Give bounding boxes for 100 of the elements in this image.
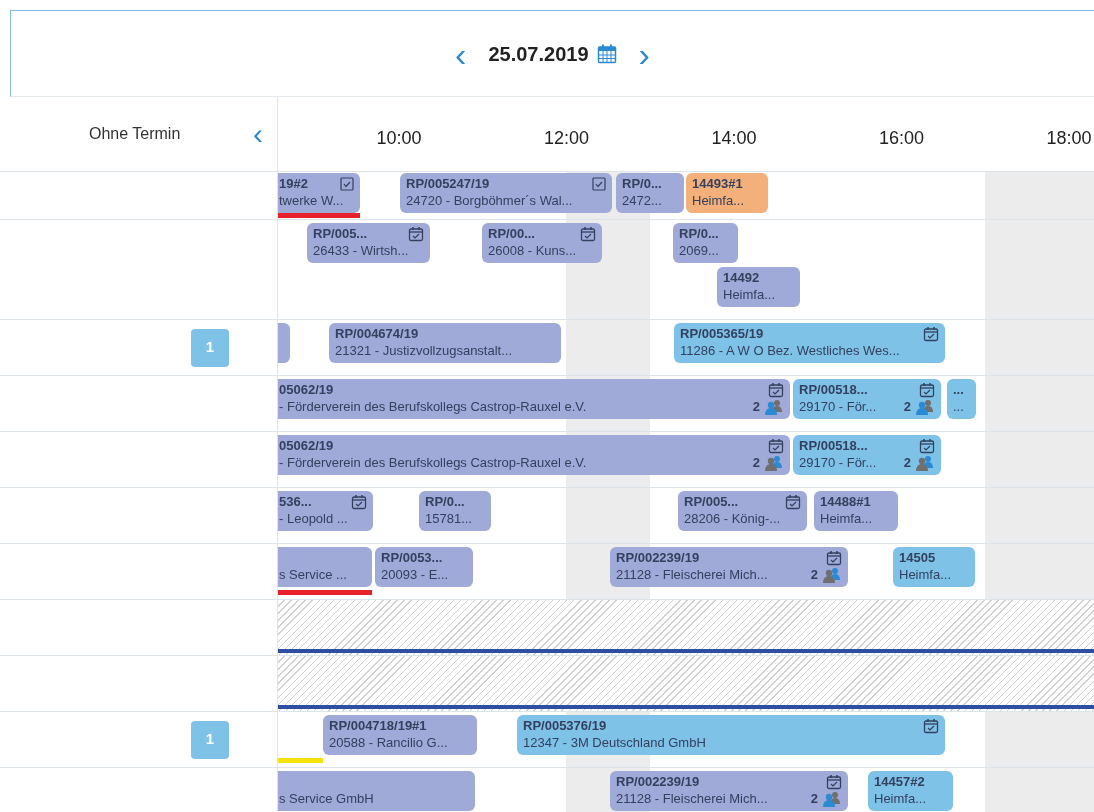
event-card[interactable]: RP/00518... 29170 - För... 2: [793, 379, 941, 419]
event-card[interactable]: 14488#1 Heimfa...: [814, 491, 898, 531]
checkbox-icon: [340, 176, 354, 191]
calendar-check-icon: [351, 493, 367, 510]
event-card[interactable]: RP/0... 2472...: [616, 173, 684, 213]
event-number: RP/00...: [488, 225, 535, 242]
event-card[interactable]: RP/005365/19 11286 - A W O Bez. Westliches Wes...: [674, 323, 945, 363]
event-customer: Heimfa...: [692, 192, 744, 209]
event-card[interactable]: [278, 323, 290, 363]
calendar-check-icon: [768, 437, 784, 454]
event-card[interactable]: RP/00... 26008 - Kuns...: [482, 223, 602, 263]
event-card[interactable]: RP/0... 15781...: [419, 491, 491, 531]
event-number: 536...: [279, 493, 312, 510]
event-number: RP/002239/19: [616, 549, 700, 566]
event-customer: 28206 - König-...: [684, 510, 781, 527]
event-card[interactable]: RP/0... 2069...: [673, 223, 738, 263]
event-number: RP/00518...: [799, 437, 868, 454]
event-card[interactable]: 536... - Leopold ...: [278, 491, 373, 531]
event-card[interactable]: RP/005376/19 12347 - 3M Deutschland GmbH: [517, 715, 945, 755]
event-card[interactable]: ... ...: [947, 379, 976, 419]
previous-day-button[interactable]: ‹: [449, 36, 473, 71]
event-number: RP/0...: [425, 493, 465, 510]
event-card[interactable]: RP/005... 28206 - König-...: [678, 491, 807, 531]
event-card[interactable]: s Service GmbH: [278, 771, 475, 811]
event-card[interactable]: RP/002239/19 21128 - Fleischerei Mich... 2: [610, 547, 848, 587]
time-label: 14:00: [711, 127, 757, 150]
attendee-count: 2: [752, 454, 760, 471]
event-number: ...: [953, 381, 964, 398]
event-number: RP/0053...: [381, 549, 443, 566]
event-number: RP/004718/19#1: [329, 717, 427, 734]
event-card[interactable]: RP/004718/19#1 20588 - Rancilio G...: [323, 715, 477, 755]
time-label: 12:00: [544, 127, 589, 150]
event-customer: 29170 - För...: [799, 398, 877, 415]
event-customer: 20093 - E...: [381, 566, 449, 583]
event-card[interactable]: RP/0053... 20093 - E...: [375, 547, 473, 587]
calendar-check-icon: [785, 493, 801, 510]
calendar-check-icon: [408, 225, 424, 242]
count-badge: 1: [191, 720, 229, 759]
calendar-check-icon: [580, 225, 596, 242]
calendar-check-icon: [768, 381, 784, 398]
next-day-button[interactable]: ›: [632, 36, 656, 71]
attendee-count: 2: [752, 398, 760, 415]
time-label: 18:00: [1046, 127, 1092, 150]
event-customer: 21128 - Fleischerei Mich...: [616, 790, 768, 807]
event-number: 14505: [899, 549, 936, 566]
event-card[interactable]: RP/002239/19 21128 - Fleischerei Mich... 2: [610, 771, 848, 811]
event-customer: 24720 - Borgböhmer´s Wal...: [406, 192, 573, 209]
event-card[interactable]: RP/005... 26433 - Wirtsh...: [307, 223, 430, 263]
attendee-count: 2: [903, 454, 911, 471]
event-number: RP/005365/19: [680, 325, 764, 342]
event-customer: Heimfa...: [820, 510, 872, 527]
checkbox-icon: [592, 176, 606, 191]
event-number: RP/005...: [684, 493, 739, 510]
event-number: 19#2: [279, 175, 308, 192]
event-customer: 20588 - Rancilio G...: [329, 734, 448, 751]
event-card[interactable]: 14457#2 Heimfa...: [868, 771, 953, 811]
collapse-button[interactable]: ‹: [247, 119, 269, 149]
event-customer: 21321 - Justizvollzugsanstalt...: [335, 342, 513, 359]
event-customer: 12347 - 3M Deutschland GmbH: [523, 734, 706, 751]
event-number: 14492: [723, 269, 760, 286]
event-card[interactable]: RP/005247/19 24720 - Borgböhmer´s Wal...: [400, 173, 612, 213]
event-customer: s Service GmbH: [279, 790, 374, 807]
event-customer: - Förderverein des Berufskollegs Castrop-Rauxel e.V.: [279, 398, 587, 415]
event-customer: 2472...: [622, 192, 662, 209]
attendee-count: 2: [903, 398, 911, 415]
event-card[interactable]: 14493#1 Heimfa...: [686, 173, 768, 213]
calendar-check-icon: [923, 325, 939, 342]
attendee-count: 2: [810, 566, 818, 583]
event-customer: 11286 - A W O Bez. Westliches Wes...: [680, 342, 900, 359]
event-customer: Heimfa...: [874, 790, 926, 807]
event-card[interactable]: s Service ...: [278, 547, 372, 587]
event-card[interactable]: 14492 Heimfa...: [717, 267, 800, 307]
event-customer: 29170 - För...: [799, 454, 877, 471]
calendar-check-icon: [826, 773, 842, 790]
event-card[interactable]: 19#2 twerke W...: [278, 173, 360, 213]
calendar-check-icon: [919, 381, 935, 398]
event-number: RP/00518...: [799, 381, 868, 398]
event-card[interactable]: 14505 Heimfa...: [893, 547, 975, 587]
event-number: 14488#1: [820, 493, 871, 510]
event-card[interactable]: RP/004674/19 21321 - Justizvollzugsanstalt...: [329, 323, 561, 363]
event-number: RP/005...: [313, 225, 368, 242]
event-customer: 26433 - Wirtsh...: [313, 242, 409, 259]
event-card[interactable]: 05062/19 - Förderverein des Berufskollegs Castrop-Rauxel e.V. 2: [278, 379, 790, 419]
event-number: 14493#1: [692, 175, 743, 192]
attendee-count: 2: [810, 790, 818, 807]
time-label: 10:00: [376, 127, 422, 150]
event-customer: Heimfa...: [899, 566, 951, 583]
event-number: RP/0...: [622, 175, 662, 192]
calendar-icon[interactable]: [596, 43, 617, 64]
event-customer: 26008 - Kuns...: [488, 242, 577, 259]
event-customer: - Leopold ...: [279, 510, 348, 527]
calendar-check-icon: [923, 717, 939, 734]
event-card[interactable]: 05062/19 - Förderverein des Berufskollegs Castrop-Rauxel e.V. 2: [278, 435, 790, 475]
event-customer: 2069...: [679, 242, 719, 259]
event-number: RP/005247/19: [406, 175, 490, 192]
event-customer: Heimfa...: [723, 286, 775, 303]
event-customer: s Service ...: [279, 566, 347, 583]
event-number: RP/0...: [679, 225, 719, 242]
event-card[interactable]: RP/00518... 29170 - För... 2: [793, 435, 941, 475]
event-number: 05062/19: [279, 437, 334, 454]
